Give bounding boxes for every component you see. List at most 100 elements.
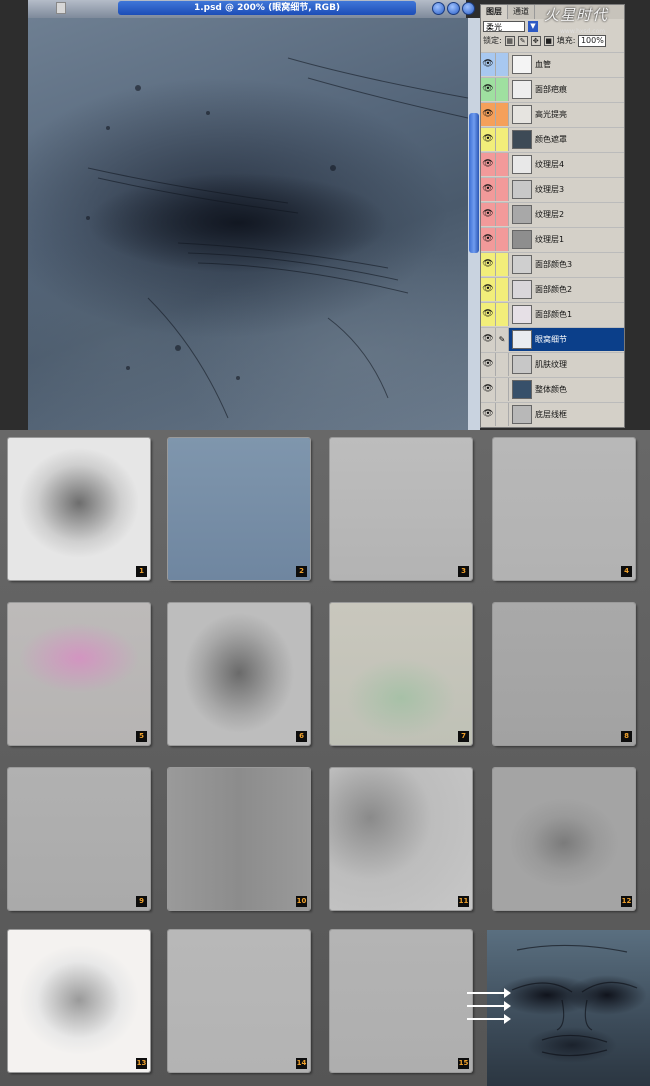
link-slot[interactable]	[495, 403, 509, 426]
link-slot[interactable]	[495, 303, 509, 326]
gallery-tile: 1	[8, 438, 150, 580]
eye-icon[interactable]: 👁	[481, 303, 495, 326]
layer-row[interactable]: 👁 纹理层1	[481, 227, 624, 251]
link-slot[interactable]	[495, 78, 509, 101]
layer-thumbnail[interactable]	[512, 405, 532, 424]
lock-transparency-icon[interactable]: ▦	[504, 35, 515, 46]
eye-icon[interactable]: 👁	[481, 228, 495, 251]
tile-number: 3	[458, 566, 469, 577]
document-title-bar[interactable]: 1.psd @ 200% (眼窝细节, RGB)	[28, 0, 475, 18]
layer-name: 面部疤痕	[535, 85, 567, 94]
layer-row[interactable]: 👁 面部颜色3	[481, 252, 624, 276]
layer-thumbnail[interactable]	[512, 130, 532, 149]
layer-row[interactable]: 👁 纹理层3	[481, 177, 624, 201]
link-slot[interactable]	[495, 103, 509, 126]
layer-name: 面部颜色3	[535, 260, 573, 269]
layer-name: 整体颜色	[535, 385, 567, 394]
layer-thumbnail[interactable]	[512, 230, 532, 249]
layer-row[interactable]: 👁 血管	[481, 52, 624, 76]
layer-name: 面部颜色1	[535, 310, 573, 319]
layer-row[interactable]: 👁 底层线框	[481, 402, 624, 426]
layer-thumbnail[interactable]	[512, 155, 532, 174]
gallery-tile: 14	[168, 930, 310, 1072]
gallery-tile: 13	[8, 930, 150, 1072]
tile-number: 13	[136, 1058, 147, 1069]
gallery-tile: 15	[330, 930, 472, 1072]
layer-row[interactable]: 👁 面部疤痕	[481, 77, 624, 101]
layer-thumbnail[interactable]	[512, 380, 532, 399]
layer-row[interactable]: 👁 颜色遮罩	[481, 127, 624, 151]
layer-name: 高光提亮	[535, 110, 567, 119]
layer-thumbnail[interactable]	[512, 330, 532, 349]
lock-move-icon[interactable]: ✥	[530, 35, 541, 46]
eye-icon[interactable]: 👁	[481, 178, 495, 201]
gallery-tile: 10	[168, 768, 310, 910]
layer-thumbnail[interactable]	[512, 205, 532, 224]
layer-thumbnail[interactable]	[512, 55, 532, 74]
eye-icon[interactable]: 👁	[481, 128, 495, 151]
eye-icon[interactable]: 👁	[481, 203, 495, 226]
link-slot[interactable]	[495, 228, 509, 251]
layer-row[interactable]: 👁 ✎ 眼窝细节	[481, 327, 624, 351]
document-title: 1.psd @ 200% (眼窝细节, RGB)	[118, 1, 416, 15]
eye-icon[interactable]: 👁	[481, 278, 495, 301]
tab-channels[interactable]: 通道	[508, 5, 535, 19]
titlebar-scroll-button[interactable]	[56, 2, 66, 14]
layer-thumbnail[interactable]	[512, 280, 532, 299]
link-slot[interactable]	[495, 128, 509, 151]
final-result-preview	[487, 930, 650, 1086]
minimize-icon[interactable]	[432, 2, 445, 15]
link-slot[interactable]	[495, 378, 509, 401]
eye-icon[interactable]: 👁	[481, 78, 495, 101]
final-face-drawing	[511, 944, 638, 1057]
layer-row[interactable]: 👁 高光提亮	[481, 102, 624, 126]
eye-icon[interactable]: 👁	[481, 253, 495, 276]
layer-row[interactable]: 👁 面部颜色1	[481, 302, 624, 326]
gallery-tile: 6	[168, 603, 310, 745]
layer-thumbnail[interactable]	[512, 255, 532, 274]
layer-thumbnail[interactable]	[512, 80, 532, 99]
layer-row[interactable]: 👁 纹理层2	[481, 202, 624, 226]
tile-number: 10	[296, 896, 307, 907]
link-slot[interactable]	[495, 153, 509, 176]
tab-layers[interactable]: 图层	[481, 5, 508, 19]
layer-row[interactable]: 👁 肌肤纹理	[481, 352, 624, 376]
link-slot[interactable]	[495, 253, 509, 276]
layer-row[interactable]: 👁 整体颜色	[481, 377, 624, 401]
editor-area: 1.psd @ 200% (眼窝细节, RGB) 图层 通道 柔光 ▼ 锁定: …	[0, 0, 650, 430]
eye-icon[interactable]: 👁	[481, 353, 495, 376]
scrollbar-thumb[interactable]	[469, 113, 479, 253]
link-slot[interactable]	[495, 203, 509, 226]
vertical-scrollbar[interactable]	[468, 18, 480, 430]
close-icon[interactable]	[462, 2, 475, 15]
eye-icon[interactable]: 👁	[481, 103, 495, 126]
layer-row[interactable]: 👁 纹理层4	[481, 152, 624, 176]
chevron-down-icon[interactable]: ▼	[528, 20, 538, 32]
image-canvas[interactable]	[28, 18, 468, 430]
blend-mode-select[interactable]: 柔光	[483, 20, 525, 32]
maximize-icon[interactable]	[447, 2, 460, 15]
link-slot[interactable]	[495, 178, 509, 201]
layer-thumbnail[interactable]	[512, 305, 532, 324]
layer-thumbnail[interactable]	[512, 105, 532, 124]
layer-thumbnail[interactable]	[512, 180, 532, 199]
layer-row[interactable]: 👁 面部颜色2	[481, 277, 624, 301]
lock-all-icon[interactable]: ■	[543, 35, 554, 46]
eye-icon[interactable]: 👁	[481, 403, 495, 426]
link-slot[interactable]	[495, 53, 509, 76]
eye-icon[interactable]: 👁	[481, 378, 495, 401]
eye-icon[interactable]: 👁	[481, 328, 495, 351]
link-slot[interactable]	[495, 353, 509, 376]
layer-thumbnail[interactable]	[512, 355, 532, 374]
eye-icon[interactable]: 👁	[481, 53, 495, 76]
lock-paint-icon[interactable]: ✎	[517, 35, 528, 46]
link-slot[interactable]	[495, 278, 509, 301]
brush-icon[interactable]: ✎	[495, 328, 509, 351]
eye-icon[interactable]: 👁	[481, 153, 495, 176]
gallery-tile: 12	[493, 768, 635, 910]
fill-input[interactable]: 100%	[578, 34, 607, 47]
tile-number: 6	[296, 731, 307, 742]
fill-label: 填充:	[556, 36, 576, 45]
site-logo-url: www.hxsd.com	[560, 28, 606, 35]
layer-name: 底层线框	[535, 410, 567, 419]
